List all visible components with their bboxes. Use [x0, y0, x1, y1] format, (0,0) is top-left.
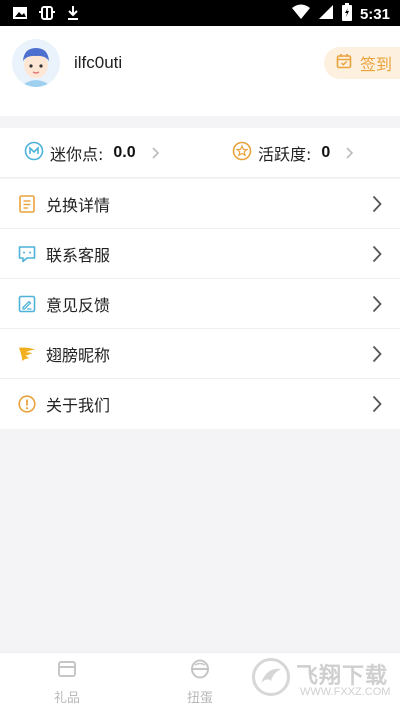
activity-stat[interactable]: 活跃度: 0: [232, 128, 354, 178]
capsule-icon: [190, 659, 210, 683]
menu-label: 翅膀昵称: [46, 345, 111, 365]
status-bar-right: 5:31: [291, 3, 390, 25]
menu-item-about-us[interactable]: 关于我们: [0, 379, 400, 429]
stats-row: 迷你点: 0.0 活跃度: 0: [0, 128, 400, 178]
menu-label: 联系客服: [46, 245, 111, 265]
watermark-url: WWW.FXXZ.COM: [300, 686, 391, 698]
signal-icon: [318, 4, 334, 24]
wing-icon: [18, 345, 36, 363]
chevron-right-icon: [372, 245, 382, 267]
profile-header: ilfc0uti 签到: [0, 26, 400, 116]
clock-time: 5:31: [359, 5, 390, 23]
menu-item-customer-service[interactable]: 联系客服: [0, 229, 400, 279]
chevron-right-icon: [152, 143, 160, 164]
calendar-icon: [336, 53, 352, 73]
tab-label: 礼品: [53, 691, 80, 706]
image-icon: [12, 5, 28, 25]
menu-label: 关于我们: [46, 396, 111, 415]
mini-points-stat[interactable]: 迷你点: 0.0: [24, 128, 160, 178]
activity-label: 活跃度:: [258, 145, 312, 164]
menu-item-feedback[interactable]: 意见反馈: [0, 279, 400, 329]
mini-points-label: 迷你点:: [50, 145, 104, 164]
avatar[interactable]: [12, 39, 60, 87]
mini-points-icon: [24, 141, 44, 165]
checkin-label: 签到: [360, 55, 393, 74]
bug-icon: [38, 4, 56, 26]
mini-points-value: 0.0: [113, 144, 136, 161]
battery-icon: [341, 3, 352, 25]
chevron-right-icon: [372, 295, 382, 317]
gift-box-icon: [57, 659, 77, 683]
chat-icon: [18, 245, 36, 263]
chevron-right-icon: [372, 195, 382, 217]
checkin-button[interactable]: 签到: [324, 47, 400, 79]
star-badge-icon: [232, 141, 252, 165]
document-icon: [18, 194, 36, 213]
tab-label: 扭蛋: [186, 691, 213, 706]
activity-value: 0: [321, 144, 331, 161]
chevron-right-icon: [346, 143, 354, 164]
chevron-right-icon: [372, 395, 382, 417]
tab-gifts[interactable]: 礼品: [27, 659, 107, 706]
feedback-icon: [18, 295, 36, 313]
watermark: 飞翔下载 WWW.FXXZ.COM: [252, 656, 398, 702]
menu-item-wing-nickname[interactable]: 翅膀昵称: [0, 329, 400, 379]
tab-capsule[interactable]: 扭蛋: [160, 659, 240, 706]
download-icon: [66, 5, 80, 25]
status-bar-left: [12, 4, 80, 26]
status-bar: 5:31: [0, 0, 400, 26]
menu-list: 兑换详情 联系客服 意见反馈 翅膀昵称 关于我们: [0, 179, 400, 429]
menu-item-exchange-details[interactable]: 兑换详情: [0, 179, 400, 229]
info-icon: [18, 395, 36, 413]
menu-label: 意见反馈: [46, 295, 111, 315]
menu-label: 兑换详情: [46, 195, 111, 215]
chevron-right-icon: [372, 345, 382, 367]
wifi-icon: [291, 4, 310, 24]
watermark-logo-icon: [252, 658, 290, 696]
username: ilfc0uti: [74, 53, 123, 72]
